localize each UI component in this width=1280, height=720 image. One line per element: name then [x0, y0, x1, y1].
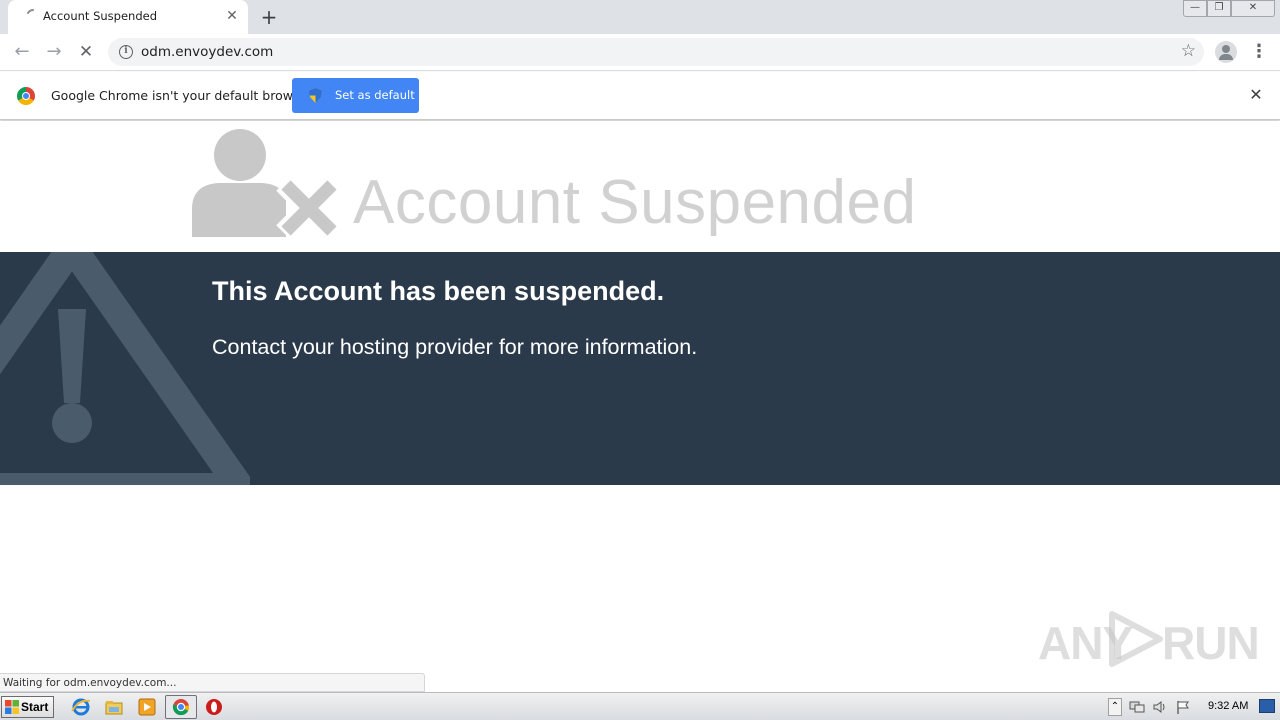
chrome-logo-icon	[17, 87, 35, 105]
opera-icon[interactable]	[204, 697, 224, 717]
bookmark-star-icon[interactable]: ☆	[1181, 41, 1196, 61]
watermark-right: RUN	[1162, 617, 1260, 669]
back-button[interactable]: ←	[10, 40, 34, 64]
browser-toolbar: ← → ✕ i odm.envoydev.com ☆ ⋮	[0, 34, 1280, 71]
action-center-flag-icon[interactable]	[1175, 699, 1191, 715]
infobar-message: Google Chrome isn't your default browser	[51, 88, 313, 103]
banner-heading: This Account has been suspended.	[212, 276, 665, 306]
url-text[interactable]: odm.envoydev.com	[141, 44, 273, 60]
anyrun-watermark: ANY RUN	[1038, 608, 1260, 669]
infobar-close-icon[interactable]: ✕	[1248, 86, 1264, 104]
browser-tab[interactable]: Account Suspended ✕	[8, 0, 248, 34]
volume-icon[interactable]	[1152, 699, 1168, 715]
chrome-icon[interactable]	[171, 697, 191, 717]
uac-shield-icon	[309, 88, 322, 103]
explorer-icon[interactable]	[104, 697, 124, 717]
default-browser-infobar: Google Chrome isn't your default browser…	[0, 72, 1280, 120]
minimize-button[interactable]: —	[1183, 0, 1207, 17]
loading-spinner-icon	[27, 9, 34, 14]
start-button[interactable]: Start	[1, 696, 54, 718]
page-content: Account Suspended This Account has been …	[0, 121, 1280, 673]
user-suspended-icon	[192, 129, 340, 239]
avatar-head	[1222, 45, 1230, 53]
site-info-icon[interactable]: i	[119, 45, 133, 59]
windows-flag-icon	[5, 700, 19, 714]
start-label: Start	[21, 700, 49, 714]
tab-title: Account Suspended	[43, 9, 158, 23]
tab-close-icon[interactable]: ✕	[224, 8, 240, 24]
network-icon[interactable]	[1129, 699, 1145, 715]
banner-text: Contact your hosting provider for more i…	[212, 335, 698, 359]
system-tray: ⌃ 9:32 AM	[1105, 695, 1280, 719]
windows-taskbar: Start ⌃ 9:32 AM	[0, 692, 1280, 720]
stop-loading-button[interactable]: ✕	[74, 40, 98, 64]
maximize-button[interactable]: ❐	[1207, 0, 1231, 17]
new-tab-button[interactable]: +	[258, 6, 280, 28]
close-window-button[interactable]: ✕	[1231, 0, 1275, 17]
chrome-menu-button[interactable]: ⋮	[1250, 42, 1268, 62]
status-bubble: Waiting for odm.envoydev.com...	[0, 673, 425, 692]
set-as-default-button[interactable]: Set as default	[292, 78, 419, 113]
set-as-default-label: Set as default	[335, 88, 415, 102]
profile-avatar-icon[interactable]	[1215, 41, 1237, 63]
show-desktop-button[interactable]	[1259, 699, 1275, 713]
play-logo-icon	[1109, 611, 1163, 667]
address-bar[interactable]: i odm.envoydev.com ☆	[108, 38, 1204, 66]
taskbar-clock[interactable]: 9:32 AM	[1208, 700, 1248, 712]
forward-button[interactable]: →	[42, 40, 66, 64]
ie-icon[interactable]	[71, 697, 91, 717]
show-hidden-icons-button[interactable]: ⌃	[1108, 698, 1122, 716]
page-title: Account Suspended	[353, 168, 917, 237]
media-player-icon[interactable]	[137, 697, 157, 717]
tab-strip: Account Suspended ✕ + — ❐ ✕	[0, 0, 1280, 34]
suspension-banner: This Account has been suspended. Contact…	[0, 252, 1280, 485]
avatar-body	[1219, 54, 1233, 60]
